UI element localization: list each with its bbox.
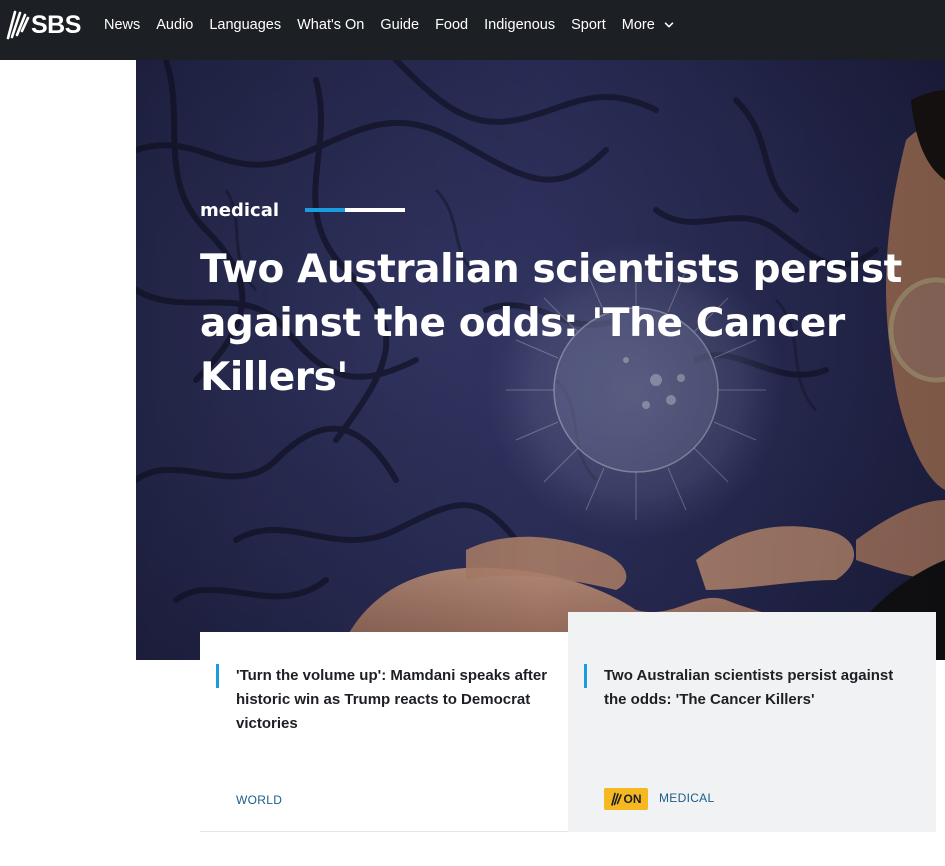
story-card[interactable]: 'Turn the volume up': Mamdani speaks aft… <box>200 632 568 832</box>
badge-label: ON <box>623 792 642 806</box>
nav-more-label: More <box>621 17 655 33</box>
card-title[interactable]: 'Turn the volume up': Mamdani speaks aft… <box>236 664 556 736</box>
nav-item-news[interactable]: News <box>104 17 140 33</box>
nav-item-languages[interactable]: Languages <box>209 17 281 33</box>
hero-progress-bar <box>305 208 405 212</box>
card-accent-bar <box>216 664 219 688</box>
card-title[interactable]: Two Australian scientists persist agains… <box>604 664 914 712</box>
card-tag-medical[interactable]: MEDICAL <box>659 791 714 805</box>
nav-item-food[interactable]: Food <box>435 17 468 33</box>
sbs-waves-icon <box>610 792 622 806</box>
sbs-logo[interactable]: SBS <box>6 8 82 42</box>
hero-feature[interactable]: medical Two Australian scientists persis… <box>136 60 945 660</box>
sbs-waves-icon <box>6 10 30 40</box>
nav-item-sport[interactable]: Sport <box>571 17 606 33</box>
nav-more-button[interactable]: More <box>622 17 674 33</box>
hero-title[interactable]: Two Australian scientists persist agains… <box>200 243 920 405</box>
hero-progress-fill <box>305 208 345 212</box>
story-card-active[interactable]: Two Australian scientists persist agains… <box>568 612 936 832</box>
card-accent-bar <box>584 664 587 688</box>
hero-category-label[interactable]: medical <box>200 200 279 221</box>
top-navigation-bar: SBS News Audio Languages What's On Guide… <box>0 0 945 60</box>
nav-item-audio[interactable]: Audio <box>156 17 193 33</box>
main-nav: News Audio Languages What's On Guide Foo… <box>104 0 674 50</box>
chevron-down-icon <box>664 22 674 28</box>
nav-item-guide[interactable]: Guide <box>380 17 419 33</box>
card-tag-world[interactable]: WORLD <box>236 793 282 807</box>
nav-item-indigenous[interactable]: Indigenous <box>484 17 555 33</box>
nav-item-whats-on[interactable]: What's On <box>297 17 364 33</box>
logo-text: SBS <box>31 10 81 39</box>
sbs-on-badge: ON <box>604 788 648 810</box>
